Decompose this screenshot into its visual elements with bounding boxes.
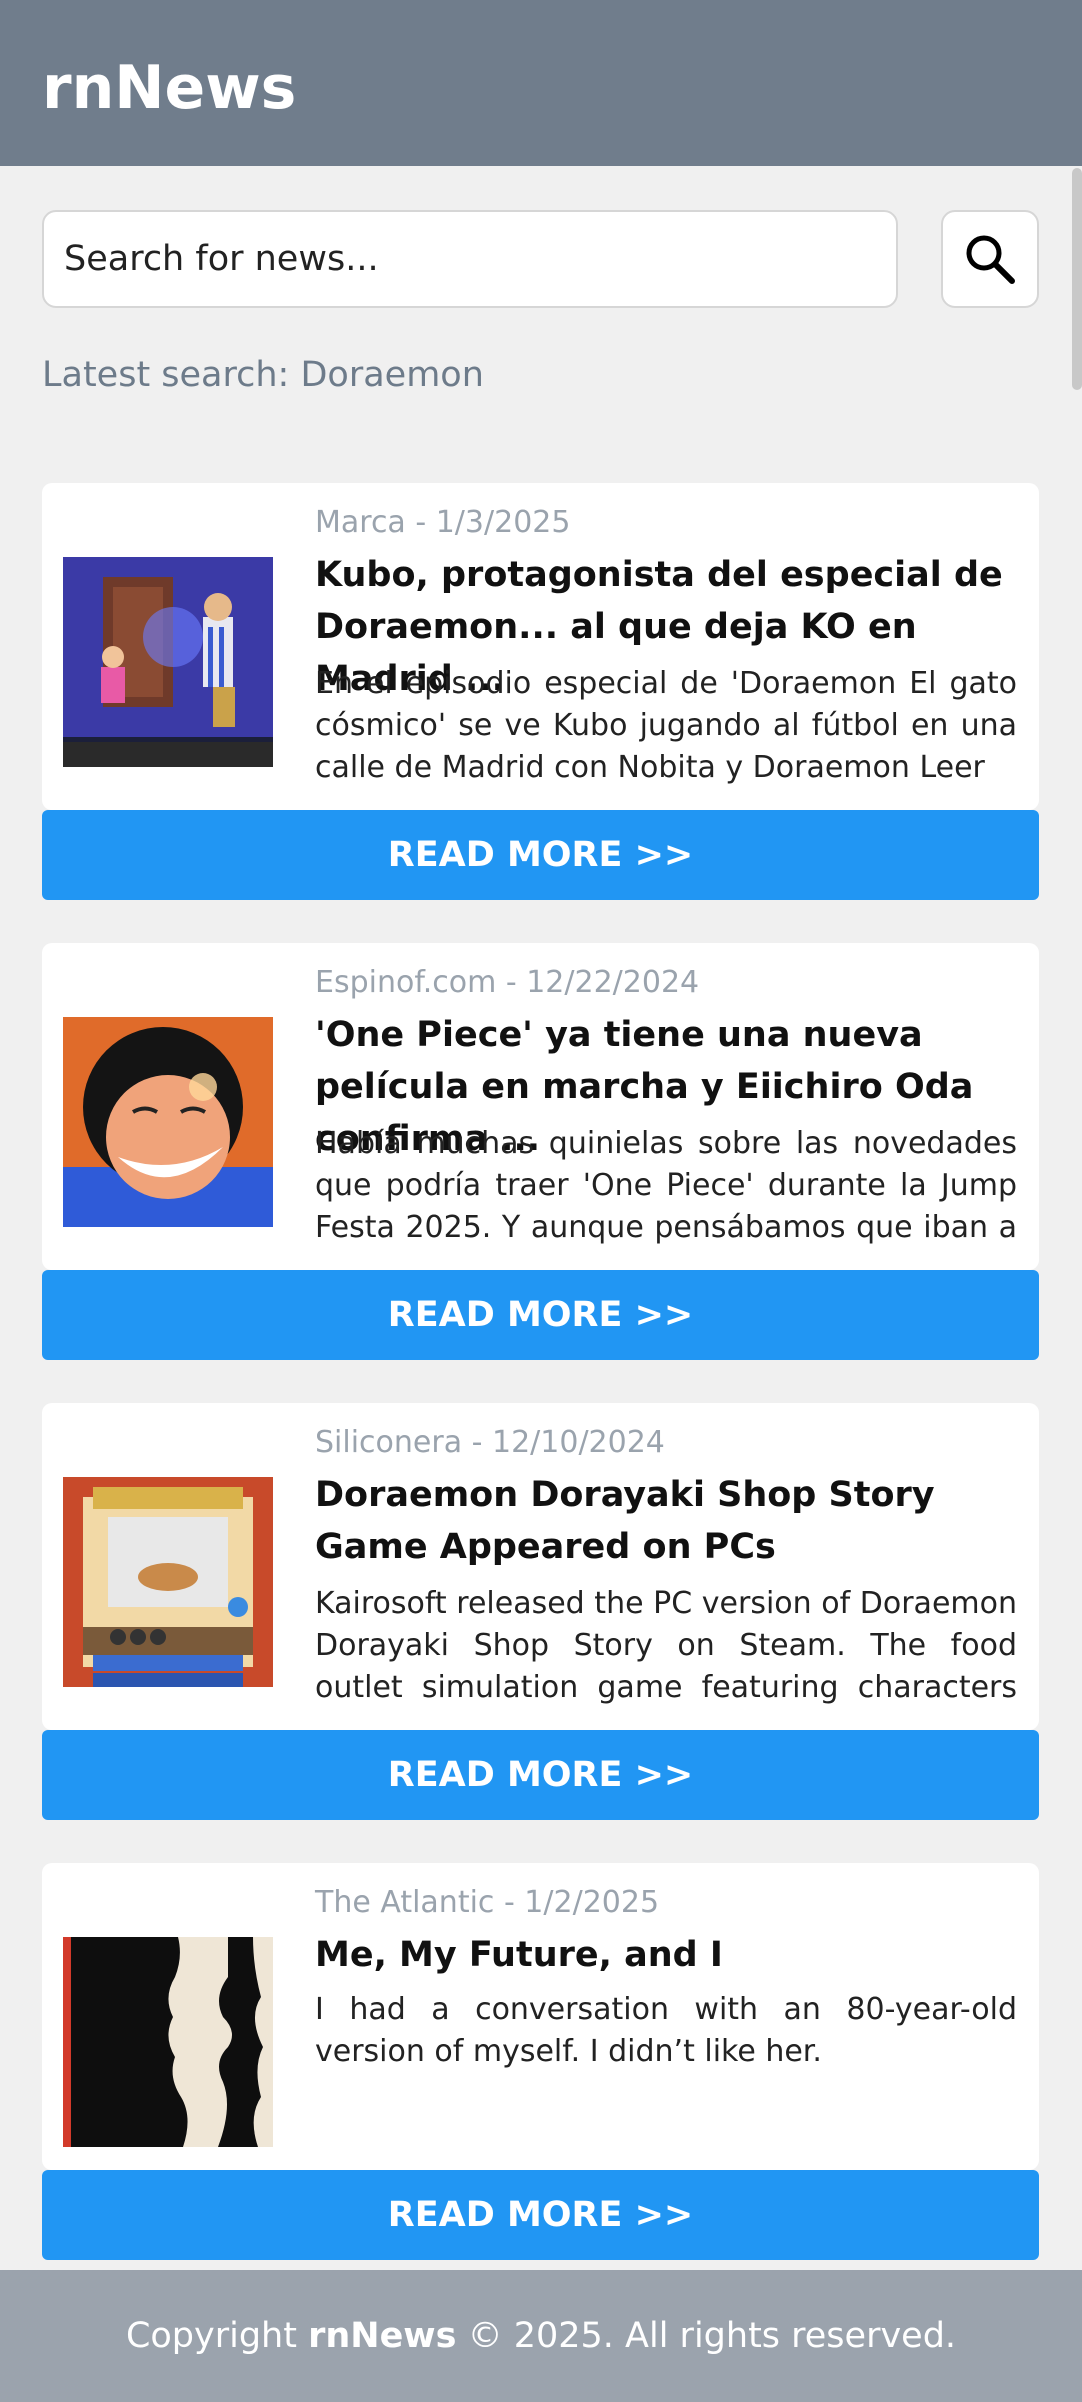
article-source-date: Siliconera - 12/10/2024 [315,1425,665,1460]
article-title[interactable]: Me, My Future, and I [315,1929,1017,1981]
article-card: Espinof.com - 12/22/2024 'One Piece' ya … [42,943,1039,1270]
read-more-button[interactable]: READ MORE >> [42,2170,1039,2260]
article-card: The Atlantic - 1/2/2025 Me, My Future, a… [42,1863,1039,2170]
article-source-date: The Atlantic - 1/2/2025 [315,1885,660,1920]
article-title[interactable]: Doraemon Dorayaki Shop Story Game Appear… [315,1469,1017,1573]
footer: Copyright rnNews © 2025. All rights rese… [0,2270,1082,2402]
app-title: rnNews [42,53,297,123]
footer-prefix: Copyright [125,2316,309,2356]
article-source-date: Marca - 1/3/2025 [315,505,571,540]
search-icon [966,235,1015,284]
scrollbar[interactable] [1072,168,1082,390]
search-button[interactable] [941,210,1039,308]
article-thumbnail [63,1017,273,1227]
search-input[interactable] [42,210,898,308]
read-more-button[interactable]: READ MORE >> [42,1730,1039,1820]
footer-suffix: © 2025. All rights reserved. [456,2316,957,2356]
article-description: Había muchas quinielas sobre las novedad… [315,1126,1017,1245]
article-thumbnail [63,557,273,767]
article-description: I had a conversation with an 80-year-old… [315,1992,1017,2069]
article-thumbnail [63,1477,273,1687]
read-more-button[interactable]: READ MORE >> [42,1270,1039,1360]
article-description: Kairosoft released the PC version of Dor… [315,1586,1017,1705]
read-more-button[interactable]: READ MORE >> [42,810,1039,900]
latest-search-text: Latest search: Doraemon [42,355,484,395]
article-thumbnail [63,1937,273,2147]
article-source-date: Espinof.com - 12/22/2024 [315,965,700,1000]
app-header: rnNews [0,0,1082,166]
article-card: Siliconera - 12/10/2024 Doraemon Dorayak… [42,1403,1039,1730]
article-card: Marca - 1/3/2025 Kubo, protagonista del … [42,483,1039,810]
footer-brand: rnNews [308,2316,457,2356]
article-description: En el episodio especial de 'Doraemon El … [315,666,1017,785]
